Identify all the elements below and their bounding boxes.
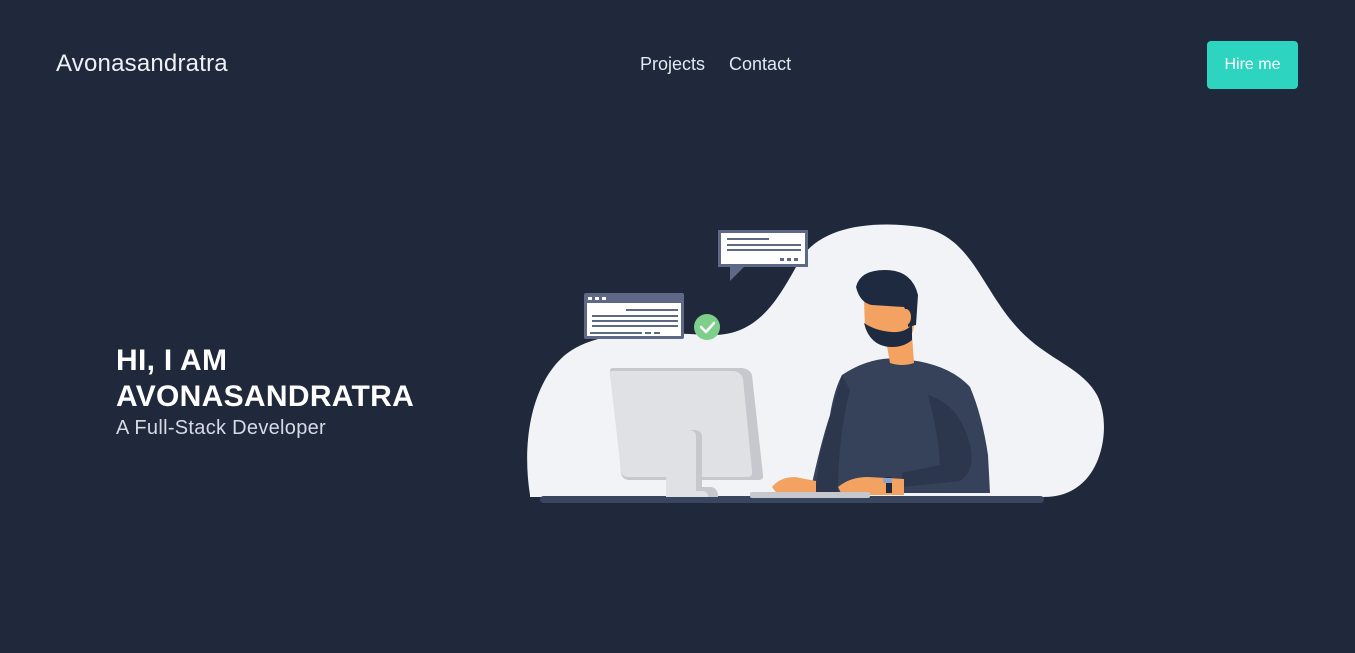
hero-subtitle: A Full-Stack Developer [116, 417, 327, 439]
computer-monitor [609, 368, 764, 497]
check-badge-icon [694, 314, 720, 340]
hero-title-line-1: HI, I AM [116, 344, 228, 377]
illustration-blob [527, 224, 1104, 498]
nav-link-projects[interactable]: Projects [640, 54, 705, 75]
code-window-card [584, 293, 684, 339]
hire-me-button[interactable]: Hire me [1207, 41, 1298, 89]
nav-link-contact[interactable]: Contact [729, 54, 791, 75]
keyboard [750, 492, 870, 498]
page: Avonasandratra Projects Contact Hire me … [0, 0, 1355, 653]
brand-logo-text[interactable]: Avonasandratra [56, 50, 228, 78]
nav-links: Projects Contact [640, 54, 791, 75]
navbar: Avonasandratra Projects Contact Hire me [0, 0, 1355, 130]
developer-at-computer-illustration [527, 224, 1104, 503]
hero-title: HI, I AM AVONASANDRATRA [116, 343, 496, 415]
hero-text: HI, I AM AVONASANDRATRA A Full-Stack Dev… [116, 343, 496, 441]
hero-title-line-2: AVONASANDRATRA [116, 380, 415, 413]
